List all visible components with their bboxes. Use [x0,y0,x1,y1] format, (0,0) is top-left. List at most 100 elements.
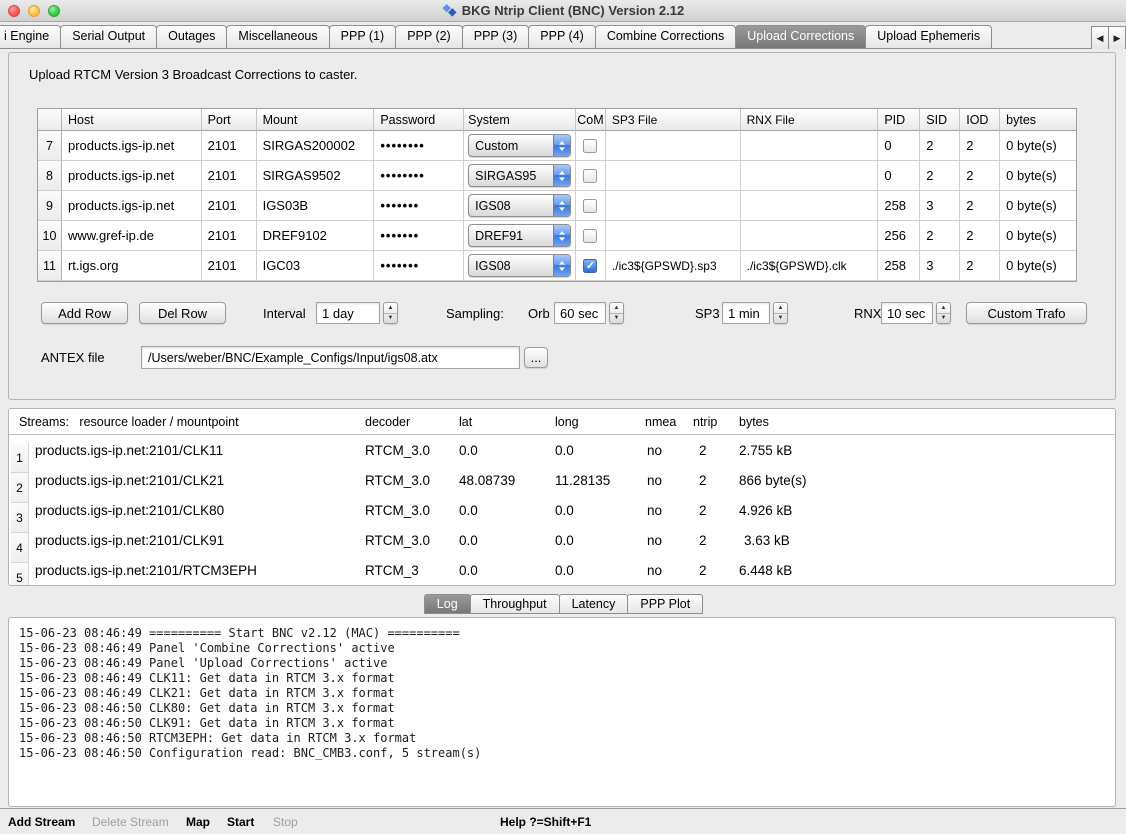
tab-miscellaneous[interactable]: Miscellaneous [226,25,329,48]
sid-cell[interactable]: 3 [920,251,960,281]
rnx-file-cell[interactable]: ./ic3${GPSWD}.clk [741,251,879,281]
stepper-arrows-icon[interactable]: ▲▼ [936,302,951,324]
stepper-arrows-icon[interactable]: ▲▼ [383,302,398,324]
tab-scroll-left-icon[interactable]: ◀ [1091,26,1109,49]
delete-stream-button[interactable]: Delete Stream [92,815,169,829]
zoom-window-button[interactable] [48,5,60,17]
tab-upload-corrections[interactable]: Upload Corrections [735,25,866,48]
rnx-file-cell[interactable] [741,191,879,221]
row-number[interactable]: 7 [38,131,62,161]
custom-trafo-button[interactable]: Custom Trafo [966,302,1087,324]
system-dropdown[interactable]: Custom [468,134,571,157]
add-stream-button[interactable]: Add Stream [8,815,75,829]
tab-outages[interactable]: Outages [156,25,227,48]
system-dropdown[interactable]: DREF91 [468,224,571,247]
stream-row[interactable]: 1 products.igs-ip.net:2101/CLK11 RTCM_3.… [9,435,1115,465]
stream-row[interactable]: 5 products.igs-ip.net:2101/RTCM3EPH RTCM… [9,555,1115,585]
row-number[interactable]: 10 [38,221,62,251]
log-panel[interactable]: 15-06-23 08:46:49 ========== Start BNC v… [8,617,1116,807]
password-cell[interactable]: ••••••• [374,191,464,221]
minimize-window-button[interactable] [28,5,40,17]
tab-combine-corrections[interactable]: Combine Corrections [595,25,736,48]
sp3-file-cell[interactable] [606,191,741,221]
titlebar[interactable]: BKG Ntrip Client (BNC) Version 2.12 [0,0,1126,22]
row-number[interactable]: 9 [38,191,62,221]
com-checkbox[interactable] [583,259,597,273]
pid-cell[interactable]: 258 [878,251,920,281]
del-row-button[interactable]: Del Row [139,302,226,324]
com-checkbox[interactable] [583,139,597,153]
pid-cell[interactable]: 0 [878,161,920,191]
stream-row[interactable]: 2 products.igs-ip.net:2101/CLK21 RTCM_3.… [9,465,1115,495]
pid-cell[interactable]: 258 [878,191,920,221]
tab-latency[interactable]: Latency [559,594,629,614]
tab-ppp-1[interactable]: PPP (1) [329,25,397,48]
host-cell[interactable]: products.igs-ip.net [62,161,202,191]
host-cell[interactable]: www.gref-ip.de [62,221,202,251]
system-dropdown[interactable]: IGS08 [468,194,571,217]
sp3-file-cell[interactable]: ./ic3${GPSWD}.sp3 [606,251,741,281]
mount-cell[interactable]: SIRGAS9502 [257,161,375,191]
password-cell[interactable]: •••••••• [374,131,464,161]
pid-cell[interactable]: 0 [878,131,920,161]
com-checkbox[interactable] [583,229,597,243]
port-cell[interactable]: 2101 [202,251,257,281]
add-row-button[interactable]: Add Row [41,302,128,324]
row-number[interactable]: 11 [38,251,62,281]
port-cell[interactable]: 2101 [202,161,257,191]
iod-cell[interactable]: 2 [960,161,1000,191]
start-button[interactable]: Start [227,815,254,829]
stop-button[interactable]: Stop [273,815,298,829]
password-cell[interactable]: ••••••• [374,221,464,251]
iod-cell[interactable]: 2 [960,131,1000,161]
port-cell[interactable]: 2101 [202,221,257,251]
com-checkbox[interactable] [583,169,597,183]
port-cell[interactable]: 2101 [202,131,257,161]
sid-cell[interactable]: 2 [920,221,960,251]
tab-ppp-3[interactable]: PPP (3) [462,25,530,48]
mount-cell[interactable]: IGC03 [257,251,375,281]
tab-serial-output[interactable]: Serial Output [60,25,157,48]
stream-row[interactable]: 4 products.igs-ip.net:2101/CLK91 RTCM_3.… [9,525,1115,555]
antex-file-input[interactable]: /Users/weber/BNC/Example_Configs/Input/i… [141,346,520,369]
tab-ppp-4[interactable]: PPP (4) [528,25,596,48]
tab-scroll-right-icon[interactable]: ▶ [1108,26,1126,49]
tab-engine[interactable]: i Engine [0,25,61,48]
iod-cell[interactable]: 2 [960,221,1000,251]
password-cell[interactable]: ••••••• [374,251,464,281]
mount-cell[interactable]: SIRGAS200002 [257,131,375,161]
rnx-file-cell[interactable] [741,161,879,191]
sid-cell[interactable]: 2 [920,131,960,161]
antex-browse-button[interactable]: ... [524,347,548,368]
tab-log[interactable]: Log [424,594,471,614]
iod-cell[interactable]: 2 [960,251,1000,281]
interval-select[interactable]: 1 day ▲▼ [316,302,398,324]
mount-cell[interactable]: IGS03B [257,191,375,221]
stepper-arrows-icon[interactable]: ▲▼ [773,302,788,324]
sid-cell[interactable]: 2 [920,161,960,191]
rnx-file-cell[interactable] [741,131,879,161]
tab-upload-ephemeris[interactable]: Upload Ephemeris [865,25,992,48]
password-cell[interactable]: •••••••• [374,161,464,191]
sp3-file-cell[interactable] [606,161,741,191]
host-cell[interactable]: products.igs-ip.net [62,131,202,161]
close-window-button[interactable] [8,5,20,17]
rnx-sampling-spinner[interactable]: 10 sec ▲▼ [881,302,951,324]
pid-cell[interactable]: 256 [878,221,920,251]
orb-sampling-spinner[interactable]: 60 sec ▲▼ [554,302,624,324]
sp3-sampling-spinner[interactable]: 1 min ▲▼ [722,302,788,324]
sid-cell[interactable]: 3 [920,191,960,221]
rnx-file-cell[interactable] [741,221,879,251]
host-cell[interactable]: products.igs-ip.net [62,191,202,221]
stepper-arrows-icon[interactable]: ▲▼ [609,302,624,324]
iod-cell[interactable]: 2 [960,191,1000,221]
sp3-file-cell[interactable] [606,131,741,161]
stream-row[interactable]: 3 products.igs-ip.net:2101/CLK80 RTCM_3.… [9,495,1115,525]
sp3-file-cell[interactable] [606,221,741,251]
tab-throughput[interactable]: Throughput [470,594,560,614]
system-dropdown[interactable]: IGS08 [468,254,571,277]
host-cell[interactable]: rt.igs.org [62,251,202,281]
tab-ppp-2[interactable]: PPP (2) [395,25,463,48]
row-number[interactable]: 8 [38,161,62,191]
port-cell[interactable]: 2101 [202,191,257,221]
